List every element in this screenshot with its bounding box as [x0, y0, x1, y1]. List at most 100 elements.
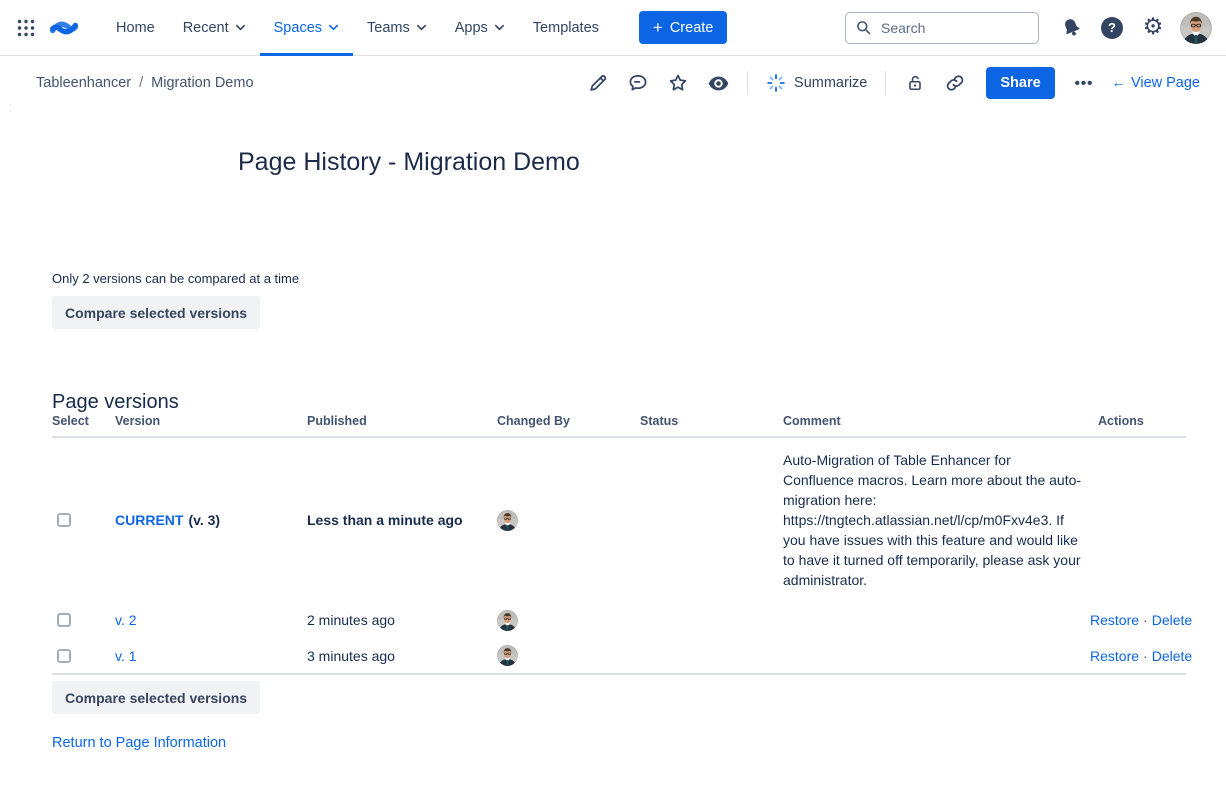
notifications-button[interactable]: [1057, 14, 1085, 42]
status-cell: [640, 638, 783, 674]
published-time: 3 minutes ago: [307, 638, 497, 674]
version-link[interactable]: v. 1: [115, 648, 137, 664]
version-link-current[interactable]: CURRENT: [115, 512, 183, 528]
breadcrumb-page-link[interactable]: Migration Demo: [151, 75, 253, 91]
breadcrumb-space-link[interactable]: Tableenhancer: [36, 75, 131, 91]
plus-icon: +: [653, 19, 663, 36]
confluence-logo-icon[interactable]: [50, 16, 78, 40]
chevron-down-icon: [416, 22, 427, 33]
restore-link[interactable]: Restore: [1090, 612, 1139, 628]
summarize-label: Summarize: [794, 75, 867, 91]
nav-item-label: Home: [116, 20, 155, 36]
search-input[interactable]: [879, 19, 1013, 37]
actions-cell: [1090, 437, 1186, 602]
search-icon: [856, 20, 871, 35]
edit-button[interactable]: [583, 68, 613, 98]
nav-item-label: Templates: [533, 20, 599, 36]
breadcrumb-separator: /: [139, 75, 143, 91]
chevron-down-icon: [235, 22, 246, 33]
page-title: Page History - Migration Demo: [238, 148, 580, 177]
nav-item-apps[interactable]: Apps: [441, 0, 519, 56]
compare-selected-versions-button-top[interactable]: Compare selected versions: [52, 296, 260, 329]
nav-item-spaces[interactable]: Spaces: [260, 0, 353, 56]
help-icon: ?: [1101, 17, 1123, 39]
search-box[interactable]: [845, 12, 1039, 44]
back-arrow-icon: ←: [1111, 75, 1126, 91]
status-cell: [640, 602, 783, 638]
version-history-table: Select Version Published Changed By Stat…: [52, 408, 1186, 675]
nav-item-home[interactable]: Home: [102, 0, 169, 56]
share-button[interactable]: Share: [986, 67, 1054, 99]
published-time: 2 minutes ago: [307, 602, 497, 638]
changed-by-avatar[interactable]: [497, 510, 518, 531]
restore-link[interactable]: Restore: [1090, 648, 1139, 664]
nav-item-label: Teams: [367, 20, 410, 36]
bell-icon: [1060, 16, 1083, 39]
copy-link-button[interactable]: [940, 68, 970, 98]
more-icon: •••: [1075, 75, 1094, 92]
header-published: Published: [307, 408, 497, 437]
header-version: Version: [115, 408, 307, 437]
action-separator: ·: [1143, 612, 1148, 628]
comments-button[interactable]: [623, 68, 653, 98]
summarize-button[interactable]: Summarize: [762, 68, 871, 98]
star-icon: [667, 72, 689, 94]
nav-item-label: Spaces: [274, 20, 322, 36]
select-version-checkbox[interactable]: [57, 513, 71, 527]
version-number: (v. 3): [188, 512, 220, 528]
chevron-down-icon: [494, 22, 505, 33]
nav-item-templates[interactable]: Templates: [519, 0, 613, 56]
top-navigation-bar: Home Recent Spaces Teams: [0, 0, 1226, 56]
page: Home Recent Spaces Teams: [0, 0, 1226, 793]
nav-item-recent[interactable]: Recent: [169, 0, 260, 56]
version-comment: Auto-Migration of Table Enhancer for Con…: [783, 444, 1082, 596]
nav-item-teams[interactable]: Teams: [353, 0, 441, 56]
restrictions-button[interactable]: [900, 68, 930, 98]
delete-link[interactable]: Delete: [1152, 648, 1192, 664]
actions-cell: Restore·Delete: [1090, 638, 1186, 674]
action-separator: ·: [1143, 648, 1148, 664]
table-header-row: Select Version Published Changed By Stat…: [52, 408, 1186, 437]
changed-by-avatar[interactable]: [497, 645, 518, 666]
header-changed-by: Changed By: [497, 408, 640, 437]
compare-selected-versions-button-bottom[interactable]: Compare selected versions: [52, 681, 260, 714]
gear-icon: ⚙: [1143, 16, 1164, 39]
watch-button[interactable]: [703, 68, 733, 98]
unlock-icon: [905, 73, 925, 93]
create-button-label: Create: [670, 20, 714, 36]
published-time: Less than a minute ago: [307, 437, 497, 602]
select-version-checkbox[interactable]: [57, 613, 71, 627]
chevron-down-icon: [328, 22, 339, 33]
version-link[interactable]: v. 2: [115, 612, 137, 628]
view-page-link[interactable]: ← View Page: [1111, 75, 1200, 91]
header-actions: Actions: [1090, 408, 1186, 437]
user-avatar[interactable]: [1180, 12, 1212, 44]
header-status: Status: [640, 408, 783, 437]
nav-item-label: Recent: [183, 20, 229, 36]
topnav-right-actions: ? ⚙: [1057, 12, 1212, 44]
changed-by-avatar[interactable]: [497, 610, 518, 631]
primary-nav: Home Recent Spaces Teams: [102, 0, 613, 56]
app-switcher-button[interactable]: [12, 14, 40, 42]
create-button[interactable]: + Create: [639, 11, 727, 44]
breadcrumb: Tableenhancer / Migration Demo: [36, 75, 254, 91]
nav-item-label: Apps: [455, 20, 488, 36]
return-to-page-information-link[interactable]: Return to Page Information: [52, 735, 226, 751]
comment-cell: [783, 638, 1090, 674]
star-button[interactable]: [663, 68, 693, 98]
page-header-bar: Tableenhancer / Migration Demo: [0, 56, 1226, 110]
view-page-label: View Page: [1131, 75, 1200, 91]
link-icon: [944, 72, 966, 94]
version-row-current: CURRENT (v. 3) Less than a minute ago Aut…: [52, 437, 1186, 602]
select-version-checkbox[interactable]: [57, 649, 71, 663]
actions-cell: Restore·Delete: [1090, 602, 1186, 638]
delete-link[interactable]: Delete: [1152, 612, 1192, 628]
eye-icon: [707, 72, 730, 95]
more-actions-button[interactable]: •••: [1071, 75, 1098, 92]
settings-button[interactable]: ⚙: [1139, 14, 1167, 42]
header-select: Select: [52, 408, 115, 437]
page-toolbar: Summarize: [583, 67, 1200, 99]
help-glyph: ?: [1108, 20, 1116, 35]
help-button[interactable]: ?: [1098, 14, 1126, 42]
toolbar-divider: [885, 71, 886, 95]
